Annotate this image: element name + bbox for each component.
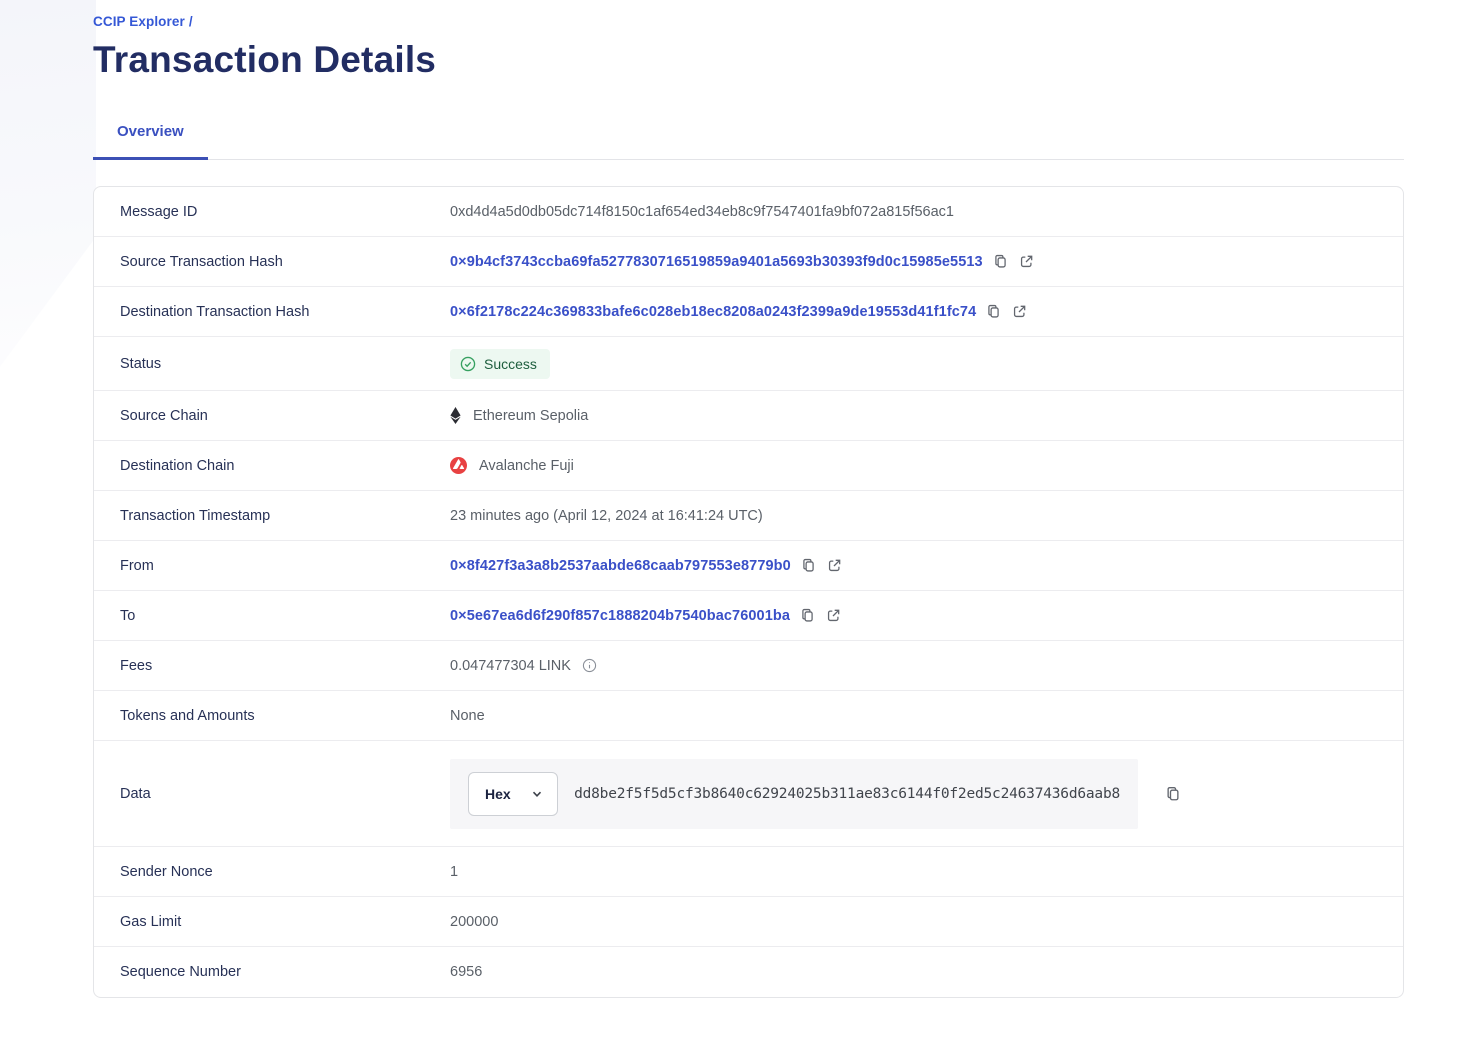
source-chain-name: Ethereum Sepolia	[473, 408, 588, 424]
row-label: From	[94, 558, 450, 574]
table-row-from: From 0×8f427f3a3a8b2537aabde68caab797553…	[94, 541, 1403, 591]
copy-icon[interactable]	[985, 303, 1002, 320]
check-circle-icon	[460, 356, 476, 372]
message-id-value: 0xd4d4a5d0db05dc714f8150c1af654ed34eb8c9…	[450, 204, 954, 220]
external-link-icon[interactable]	[825, 607, 842, 624]
ethereum-logo-icon	[450, 407, 461, 424]
data-payload-box: Hex dd8be2f5f5d5cf3b8640c62924025b311ae8…	[450, 759, 1138, 829]
copy-icon[interactable]	[992, 253, 1009, 270]
row-label: Transaction Timestamp	[94, 508, 450, 524]
table-row-dest-chain: Destination Chain Avalanche Fuji	[94, 441, 1403, 491]
table-row-gas-limit: Gas Limit 200000	[94, 897, 1403, 947]
external-link-icon[interactable]	[1018, 253, 1035, 270]
row-label: Status	[94, 356, 450, 372]
from-address-link[interactable]: 0×8f427f3a3a8b2537aabde68caab797553e8779…	[450, 558, 791, 574]
transaction-details-table: Message ID 0xd4d4a5d0db05dc714f8150c1af6…	[93, 186, 1404, 998]
table-row-tokens: Tokens and Amounts None	[94, 691, 1403, 741]
status-text: Success	[484, 356, 537, 372]
tab-bar: Overview	[93, 123, 1404, 160]
dest-tx-hash-link[interactable]: 0×6f2178c224c369833bafe6c028eb18ec8208a0…	[450, 304, 976, 320]
row-label: To	[94, 608, 450, 624]
sequence-number-value: 6956	[450, 964, 482, 980]
external-link-icon[interactable]	[826, 557, 843, 574]
copy-icon[interactable]	[1164, 785, 1182, 803]
copy-icon[interactable]	[800, 557, 817, 574]
row-label: Fees	[94, 658, 450, 674]
table-row-source-tx-hash: Source Transaction Hash 0×9b4cf3743ccba6…	[94, 237, 1403, 287]
chevron-down-icon	[531, 788, 543, 800]
table-row-status: Status Success	[94, 337, 1403, 391]
row-label: Source Transaction Hash	[94, 254, 450, 270]
table-row-sequence-number: Sequence Number 6956	[94, 947, 1403, 997]
table-row-sender-nonce: Sender Nonce 1	[94, 847, 1403, 897]
breadcrumb-link-ccip-explorer[interactable]: CCIP Explorer	[93, 14, 185, 29]
status-badge: Success	[450, 349, 550, 379]
to-address-link[interactable]: 0×5e67ea6d6f290f857c1888204b7540bac76001…	[450, 608, 790, 624]
table-row-source-chain: Source Chain Ethereum Sepolia	[94, 391, 1403, 441]
timestamp-value: 23 minutes ago (April 12, 2024 at 16:41:…	[450, 508, 763, 524]
background-gradient-decoration	[0, 0, 96, 382]
tokens-value: None	[450, 708, 485, 724]
source-tx-hash-link[interactable]: 0×9b4cf3743ccba69fa5277830716519859a9401…	[450, 254, 983, 270]
row-label: Destination Transaction Hash	[94, 304, 450, 320]
gas-limit-value: 200000	[450, 914, 498, 930]
table-row-timestamp: Transaction Timestamp 23 minutes ago (Ap…	[94, 491, 1403, 541]
tab-bar-divider	[93, 159, 1404, 160]
tab-overview[interactable]: Overview	[93, 123, 208, 160]
page-title: Transaction Details	[93, 39, 1404, 81]
data-format-select[interactable]: Hex	[468, 772, 558, 816]
row-label: Tokens and Amounts	[94, 708, 450, 724]
row-label: Data	[94, 786, 450, 802]
table-row-data: Data Hex dd8be2f5f5d5cf3b8640c62924025b3…	[94, 741, 1403, 847]
fees-value: 0.047477304 LINK	[450, 658, 571, 674]
main-content: CCIP Explorer / Transaction Details Overv…	[93, 0, 1404, 998]
row-label: Source Chain	[94, 408, 450, 424]
breadcrumb: CCIP Explorer /	[93, 14, 1404, 29]
row-label: Destination Chain	[94, 458, 450, 474]
breadcrumb-separator: /	[189, 14, 193, 29]
row-label: Sender Nonce	[94, 864, 450, 880]
avalanche-logo-icon	[450, 457, 467, 474]
row-label: Gas Limit	[94, 914, 450, 930]
copy-icon[interactable]	[799, 607, 816, 624]
dest-chain-name: Avalanche Fuji	[479, 458, 574, 474]
data-format-selected: Hex	[485, 786, 511, 802]
table-row-to: To 0×5e67ea6d6f290f857c1888204b7540bac76…	[94, 591, 1403, 641]
table-row-fees: Fees 0.047477304 LINK	[94, 641, 1403, 691]
sender-nonce-value: 1	[450, 864, 458, 880]
external-link-icon[interactable]	[1011, 303, 1028, 320]
row-label: Message ID	[94, 204, 450, 220]
table-row-message-id: Message ID 0xd4d4a5d0db05dc714f8150c1af6…	[94, 187, 1403, 237]
table-row-dest-tx-hash: Destination Transaction Hash 0×6f2178c22…	[94, 287, 1403, 337]
info-icon[interactable]	[582, 658, 597, 673]
data-hex-value: dd8be2f5f5d5cf3b8640c62924025b311ae83c61…	[574, 786, 1120, 802]
row-label: Sequence Number	[94, 964, 450, 980]
